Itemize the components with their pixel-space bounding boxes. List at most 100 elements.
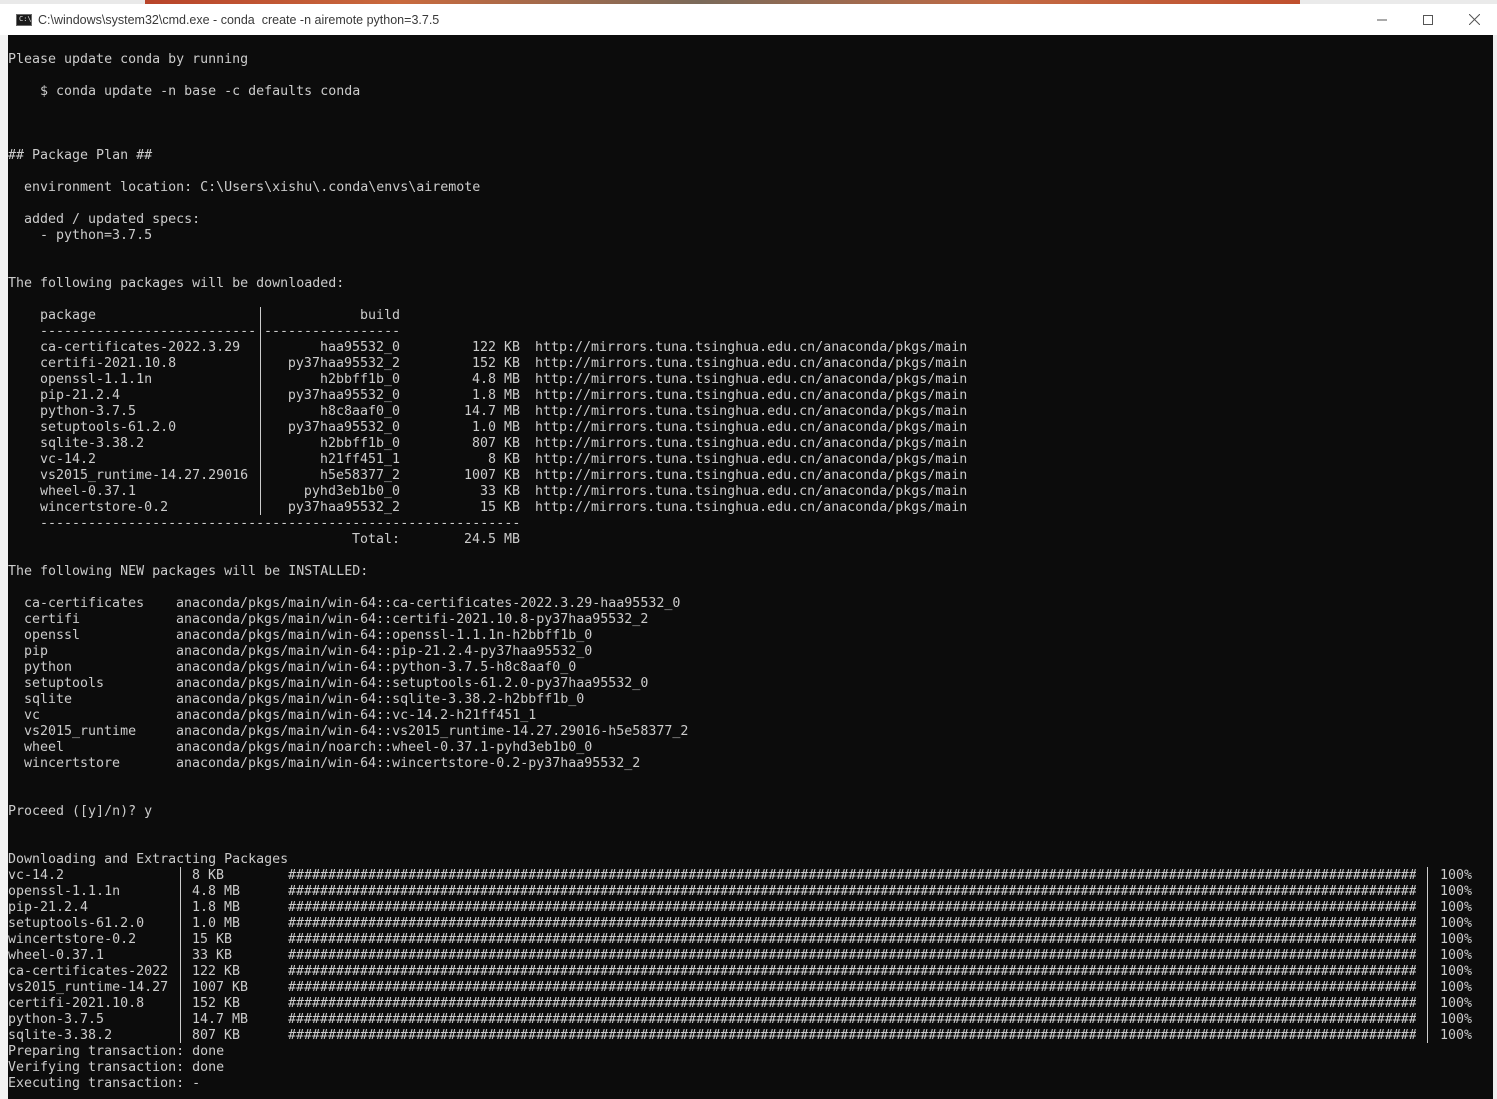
progress-separator-bar (1427, 867, 1428, 1043)
install-package-spec: anaconda/pkgs/main/win-64::sqlite-3.38.2… (176, 692, 585, 707)
progress-package-name: wheel-0.37.1 (8, 948, 105, 963)
progress-bar: ########################################… (288, 996, 1416, 1011)
package-plan-heading: ## Package Plan ## (8, 148, 153, 163)
transaction-line: Verifying transaction: done (8, 1060, 225, 1075)
rule-package: --------------------------- (40, 324, 256, 339)
download-channel: http://mirrors.tuna.tsinghua.edu.cn/anac… (535, 468, 968, 483)
download-channel: http://mirrors.tuna.tsinghua.edu.cn/anac… (535, 356, 968, 371)
minimize-icon (1377, 19, 1387, 20)
maximize-icon (1423, 14, 1433, 25)
progress-size: 1007 KB (192, 980, 249, 995)
progress-size: 122 KB (192, 964, 241, 979)
install-package-name: pip (24, 644, 49, 659)
progress-package-name: vc-14.2 (8, 868, 65, 883)
progress-package-name: python-3.7.5 (8, 1012, 105, 1027)
download-package-name: openssl-1.1.1n (40, 372, 153, 387)
progress-package-name: wincertstore-0.2 (8, 932, 137, 947)
install-package-name: certifi (24, 612, 81, 627)
cmd-icon: C:\ (16, 13, 32, 26)
progress-percent: 100% (1440, 868, 1473, 883)
download-size: 1.0 MB (471, 420, 520, 435)
download-channel: http://mirrors.tuna.tsinghua.edu.cn/anac… (535, 500, 968, 515)
maximize-button[interactable] (1405, 4, 1451, 35)
download-package-name: python-3.7.5 (40, 404, 137, 419)
progress-percent: 100% (1440, 916, 1473, 931)
download-package-name: pip-21.2.4 (40, 388, 121, 403)
progress-package-name: ca-certificates-2022 (8, 964, 169, 979)
download-build: py37haa95532_0 (287, 388, 400, 403)
specs-heading: added / updated specs: (24, 212, 201, 227)
install-package-spec: anaconda/pkgs/main/win-64::openssl-1.1.1… (176, 628, 593, 643)
progress-percent: 100% (1440, 1012, 1473, 1027)
window-left-edge (0, 35, 8, 1099)
spec-item: - python=3.7.5 (40, 228, 153, 243)
progress-bar: ########################################… (288, 948, 1416, 963)
install-package-name: vc (24, 708, 41, 723)
progress-percent: 100% (1440, 932, 1473, 947)
progress-package-name: sqlite-3.38.2 (8, 1028, 113, 1043)
download-channel: http://mirrors.tuna.tsinghua.edu.cn/anac… (535, 388, 968, 403)
download-channel: http://mirrors.tuna.tsinghua.edu.cn/anac… (535, 484, 968, 499)
progress-percent: 100% (1440, 996, 1473, 1011)
rule-bottom: ----------------------------------------… (40, 516, 520, 531)
install-package-spec: anaconda/pkgs/main/noarch::wheel-0.37.1-… (176, 740, 593, 755)
download-channel: http://mirrors.tuna.tsinghua.edu.cn/anac… (535, 340, 968, 355)
install-package-name: openssl (24, 628, 81, 643)
minimize-button[interactable] (1359, 4, 1405, 35)
console-output[interactable]: Please update conda by running $ conda u… (8, 35, 1493, 1099)
install-package-name: python (24, 660, 73, 675)
progress-bar: ########################################… (288, 1028, 1416, 1043)
download-package-name: vc-14.2 (40, 452, 97, 467)
total-value: 24.5 MB (463, 532, 520, 547)
window-title: C:\windows\system32\cmd.exe - conda crea… (38, 12, 440, 27)
progress-heading: Downloading and Extracting Packages (8, 852, 289, 867)
download-size: 4.8 MB (471, 372, 520, 387)
progress-percent: 100% (1440, 964, 1473, 979)
download-channel: http://mirrors.tuna.tsinghua.edu.cn/anac… (535, 420, 968, 435)
download-channel: http://mirrors.tuna.tsinghua.edu.cn/anac… (535, 404, 968, 419)
download-size: 33 KB (479, 484, 520, 499)
column-header-build: build (359, 308, 400, 323)
progress-bar: ########################################… (288, 916, 1416, 931)
download-channel: http://mirrors.tuna.tsinghua.edu.cn/anac… (535, 452, 968, 467)
download-package-name: vs2015_runtime-14.27.29016 (40, 468, 249, 483)
download-size: 1.8 MB (471, 388, 520, 403)
install-package-name: setuptools (24, 676, 105, 691)
download-build: h2bbff1b_0 (319, 372, 400, 387)
install-package-spec: anaconda/pkgs/main/win-64::vs2015_runtim… (176, 724, 689, 739)
update-command: $ conda update -n base -c defaults conda (40, 84, 361, 99)
progress-percent: 100% (1440, 884, 1473, 899)
progress-bar: ########################################… (288, 932, 1416, 947)
download-build: pyhd3eb1b0_0 (303, 484, 400, 499)
install-package-spec: anaconda/pkgs/main/win-64::python-3.7.5-… (176, 660, 577, 675)
download-size: 122 KB (471, 340, 520, 355)
column-header-package: package (40, 308, 97, 323)
install-package-name: wheel (24, 740, 65, 755)
update-message: Please update conda by running (8, 52, 249, 67)
progress-size: 807 KB (192, 1028, 241, 1043)
progress-size: 15 KB (192, 932, 233, 947)
progress-package-name: pip-21.2.4 (8, 900, 89, 915)
progress-size: 1.8 MB (192, 900, 241, 915)
download-size: 8 KB (487, 452, 520, 467)
window-titlebar[interactable]: C:\ C:\windows\system32\cmd.exe - conda … (0, 4, 1497, 35)
progress-size: 1.0 MB (192, 916, 241, 931)
download-build: h5e58377_2 (319, 468, 400, 483)
close-button[interactable] (1451, 4, 1497, 35)
install-package-spec: anaconda/pkgs/main/win-64::wincertstore-… (176, 756, 641, 771)
download-build: py37haa95532_0 (287, 420, 400, 435)
download-size: 1007 KB (463, 468, 520, 483)
downloads-heading: The following packages will be downloade… (8, 276, 345, 291)
progress-percent: 100% (1440, 900, 1473, 915)
progress-size: 4.8 MB (192, 884, 241, 899)
progress-bar: ########################################… (288, 964, 1416, 979)
download-build: py37haa95532_2 (287, 500, 400, 515)
transaction-line: Executing transaction: - (8, 1076, 201, 1091)
progress-package-name: openssl-1.1.1n (8, 884, 121, 899)
download-channel: http://mirrors.tuna.tsinghua.edu.cn/anac… (535, 372, 968, 387)
install-package-name: wincertstore (24, 756, 121, 771)
progress-package-name: certifi-2021.10.8 (8, 996, 145, 1011)
install-package-spec: anaconda/pkgs/main/win-64::ca-certificat… (176, 596, 681, 611)
download-size: 14.7 MB (463, 404, 520, 419)
download-package-name: certifi-2021.10.8 (40, 356, 177, 371)
